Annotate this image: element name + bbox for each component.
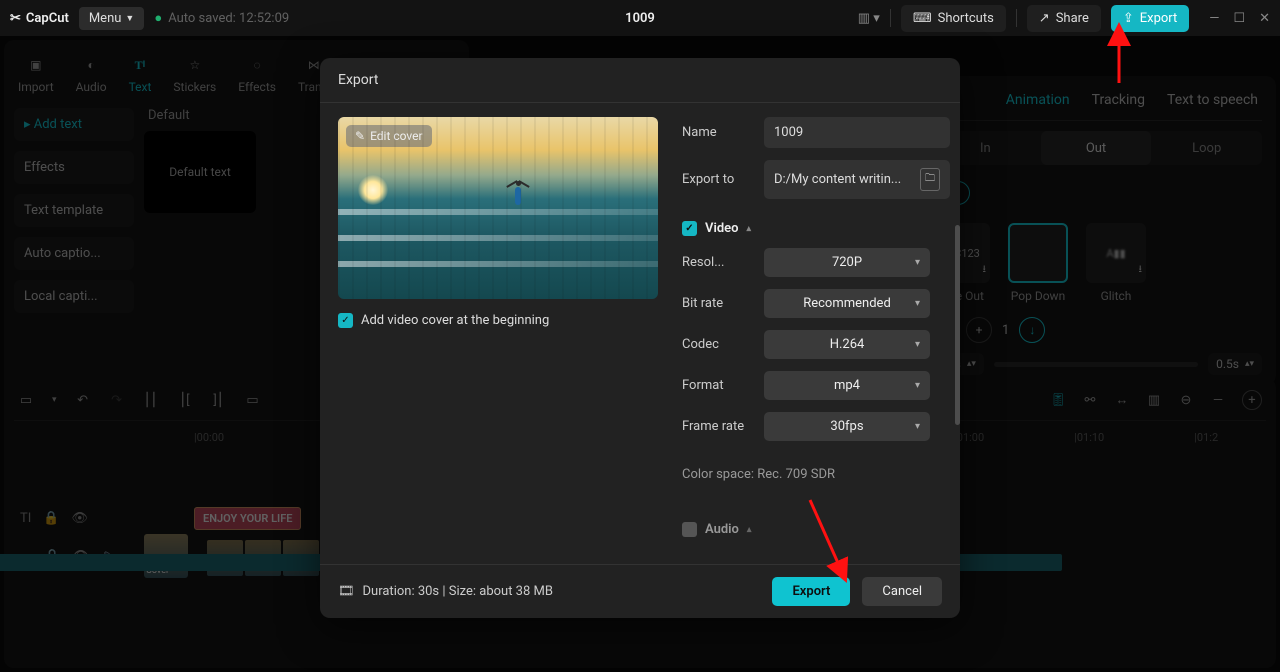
- export-confirm-button[interactable]: Export: [772, 577, 850, 606]
- checkbox-checked-icon[interactable]: ✓: [338, 313, 353, 328]
- codec-dropdown[interactable]: H.264: [764, 330, 930, 359]
- add-cover-label: Add video cover at the beginning: [361, 313, 549, 328]
- add-cover-checkbox-row[interactable]: ✓ Add video cover at the beginning: [338, 313, 658, 328]
- menu-label: Menu: [89, 11, 122, 26]
- codec-label: Codec: [682, 337, 752, 352]
- duration-info: 🎞 Duration: 30s | Size: about 38 MB: [338, 584, 553, 599]
- check-icon: ●: [154, 10, 162, 26]
- exportto-row: Export to D:/My content writin... 🗀: [682, 160, 950, 199]
- folder-icon[interactable]: 🗀: [920, 168, 940, 191]
- scrollbar[interactable]: [955, 225, 960, 425]
- sun-graphic: [358, 175, 388, 205]
- resolution-dropdown[interactable]: 720P: [764, 248, 930, 277]
- name-row: Name: [682, 117, 950, 148]
- logo-icon: ✂: [10, 11, 21, 26]
- pencil-icon: ✎: [355, 129, 365, 143]
- chevron-up-icon: ▴: [747, 525, 752, 535]
- autosave-text: Auto saved: 12:52:09: [168, 11, 289, 26]
- close-icon[interactable]: ✕: [1259, 11, 1270, 26]
- cover-preview: ✎ Edit cover: [338, 117, 658, 299]
- app-logo: ✂ CapCut: [10, 11, 69, 26]
- format-dropdown[interactable]: mp4: [764, 371, 930, 400]
- export-form: Name Export to D:/My content writin... 🗀…: [682, 117, 950, 550]
- framerate-label: Frame rate: [682, 419, 752, 434]
- divider: [1016, 9, 1017, 27]
- exportto-input[interactable]: D:/My content writin... 🗀: [764, 160, 950, 199]
- person-graphic: [506, 177, 530, 217]
- audio-section-head[interactable]: Audio ▴: [682, 522, 950, 537]
- name-input[interactable]: [764, 117, 950, 148]
- export-modal: Export ✎ Edit cover ✓ Add video cover at…: [320, 58, 960, 618]
- video-section-head[interactable]: ✓ Video ▴: [682, 221, 950, 236]
- checkbox-checked-icon[interactable]: ✓: [682, 221, 697, 236]
- checkbox-unchecked-icon[interactable]: [682, 522, 697, 537]
- chevron-down-icon: ▼: [125, 13, 134, 24]
- cancel-button[interactable]: Cancel: [862, 577, 942, 606]
- colorspace-text: Color space: Rec. 709 SDR: [682, 467, 950, 482]
- cover-column: ✎ Edit cover ✓ Add video cover at the be…: [338, 117, 658, 550]
- shortcuts-label: Shortcuts: [938, 11, 994, 26]
- share-icon: ↗: [1039, 11, 1050, 26]
- exportto-label: Export to: [682, 172, 752, 187]
- bitrate-dropdown[interactable]: Recommended: [764, 289, 930, 318]
- layout-icon[interactable]: ▥ ▾: [858, 11, 880, 26]
- project-title: 1009: [625, 11, 655, 26]
- maximize-icon[interactable]: ☐: [1233, 11, 1245, 26]
- autosave-status: ● Auto saved: 12:52:09: [154, 10, 289, 26]
- minimize-icon[interactable]: —: [1209, 11, 1219, 26]
- window-controls: — ☐ ✕: [1209, 11, 1270, 26]
- keyboard-icon: ⌨: [913, 11, 932, 26]
- share-label: Share: [1056, 11, 1089, 26]
- menu-button[interactable]: Menu ▼: [79, 7, 145, 30]
- divider: [890, 9, 891, 27]
- top-bar: ✂ CapCut Menu ▼ ● Auto saved: 12:52:09 1…: [0, 0, 1280, 36]
- film-icon: 🎞: [338, 584, 355, 599]
- modal-footer: 🎞 Duration: 30s | Size: about 38 MB Expo…: [320, 564, 960, 618]
- bitrate-label: Bit rate: [682, 296, 752, 311]
- framerate-dropdown[interactable]: 30fps: [764, 412, 930, 441]
- name-label: Name: [682, 125, 752, 140]
- share-button[interactable]: ↗ Share: [1027, 5, 1101, 32]
- export-label: Export: [1140, 11, 1178, 26]
- topbar-right: ▥ ▾ ⌨ Shortcuts ↗ Share ⇪ Export — ☐ ✕: [858, 5, 1270, 32]
- shortcuts-button[interactable]: ⌨ Shortcuts: [901, 5, 1006, 32]
- resolution-label: Resol...: [682, 255, 752, 270]
- chevron-up-icon: ▴: [747, 224, 752, 234]
- logo-text: CapCut: [26, 11, 69, 26]
- export-icon: ⇪: [1123, 11, 1134, 26]
- modal-title: Export: [320, 58, 960, 103]
- format-label: Format: [682, 378, 752, 393]
- edit-cover-button[interactable]: ✎ Edit cover: [346, 125, 432, 147]
- export-button-top[interactable]: ⇪ Export: [1111, 5, 1189, 32]
